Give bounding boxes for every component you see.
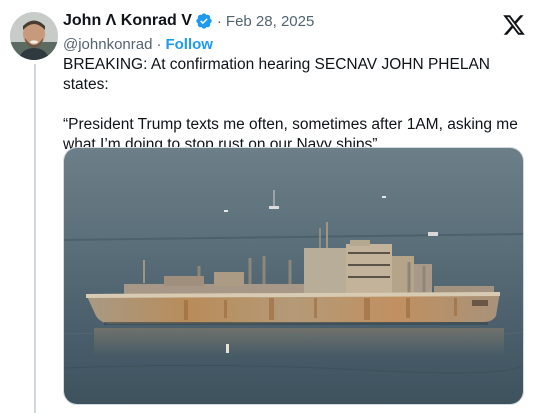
- tweet-subheader: @johnkonrad · Follow: [63, 34, 213, 54]
- separator-dot: ·: [216, 12, 222, 30]
- tweet-media-image[interactable]: [63, 147, 524, 405]
- rusty-ship-photo: [64, 148, 523, 404]
- tweet-card: John Λ Konrad V · Feb 28, 2025 @johnkonr…: [0, 0, 548, 413]
- thread-line: [34, 64, 36, 413]
- handle-separator-dot: ·: [156, 35, 162, 53]
- tweet-text: BREAKING: At confirmation hearing SECNAV…: [63, 55, 538, 155]
- author-handle[interactable]: @johnkonrad: [63, 36, 152, 53]
- avatar-image: [10, 12, 58, 60]
- tweet-header: John Λ Konrad V · Feb 28, 2025: [63, 10, 314, 32]
- avatar[interactable]: [10, 12, 58, 60]
- tweet-date[interactable]: Feb 28, 2025: [226, 13, 314, 30]
- follow-button[interactable]: Follow: [165, 36, 213, 53]
- author-name[interactable]: John Λ Konrad V: [63, 12, 192, 30]
- tweet-paragraph: BREAKING: At confirmation hearing SECNAV…: [63, 56, 490, 93]
- verified-badge-icon: [195, 12, 213, 30]
- x-logo-icon[interactable]: [502, 13, 526, 37]
